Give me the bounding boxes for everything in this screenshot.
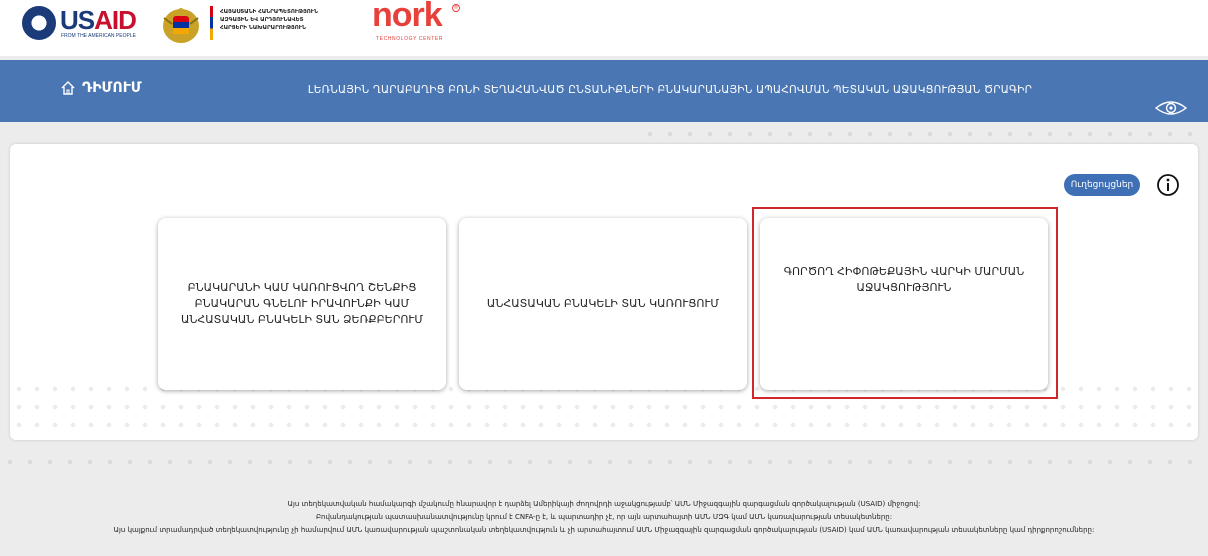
footer-line: Բովանդակության պատասխանատվությունը կրում… [315,513,893,521]
armenian-flag-bar [210,6,213,40]
option-label: ԳՈՐԾՈՂ ՀԻՓՈԹԵՔԱՅԻՆ ՎԱՐԿԻ ՄԱՐՄԱՆ ԱՋԱԿՑՈՒԹ… [783,265,1025,294]
option-label: ԱՆՀԱՏԱԿԱՆ ԲՆԱԿԵԼԻ ՏԱՆ ԿԱՌՈՒՑՈՒՄ [486,297,720,310]
header-bar: ԴԻՄՈՒՄ ԼԵՌՆԱՅԻՆ ՂԱՐԱԲԱՂԻՑ ԲՌՆԻ ՏԵՂԱՀԱՆՎԱ… [0,60,1208,122]
service-selection-card: Ուղեցույցներ ԲՆԱԿԱՐԱՆԻ ԿԱՄ ԿԱՌՈՒՑՎՈՂ ՇԵՆ… [10,144,1198,440]
nork-tagline: TECHNOLOGY CENTER [376,36,444,42]
nork-logo: nork ® TECHNOLOGY CENTER [370,0,470,48]
usaid-seal-icon [22,6,56,40]
option-build-house[interactable]: ԱՆՀԱՏԱԿԱՆ ԲՆԱԿԵԼԻ ՏԱՆ ԿԱՌՈՒՑՈՒՄ [459,218,747,390]
option-label: ԲՆԱԿԱՐԱՆԻ ԿԱՄ ԿԱՌՈՒՑՎՈՂ ՇԵՆՔԻՑ ԲՆԱԿԱՐԱՆ … [180,281,424,326]
logos-bar: USAID FROM THE AMERICAN PEOPLE ՀԱՅԱՍՏԱՆԻ… [0,0,1208,56]
footer-line: Այս տեղեկատվական համակարգի մշակումը հնար… [287,500,921,508]
instructions-button[interactable]: Ուղեցույցներ [1064,174,1140,196]
option-purchase-housing[interactable]: ԲՆԱԿԱՐԱՆԻ ԿԱՄ ԿԱՌՈՒՑՎՈՂ ՇԵՆՔԻՑ ԲՆԱԿԱՐԱՆ … [158,218,446,390]
usaid-tagline: FROM THE AMERICAN PEOPLE [61,33,136,39]
dot-decoration-bottom [0,452,1208,476]
eye-icon[interactable] [1154,98,1188,118]
usaid-logo-us: US [60,5,95,35]
ministry-name: ՀԱՅԱՍՏԱՆԻ ՀԱՆՐԱՊԵՏՈՒԹՅՈՒՆ ԱԶԳԱՅԻՆ ԵՎ ԱՐԴ… [220,9,318,31]
home-label: ԴԻՄՈՒՄ [82,80,142,96]
dot-decoration-top [640,124,1208,144]
footer-disclaimer: Այս տեղեկատվական համակարգի մշակումը հնար… [0,498,1208,537]
usaid-logo-aid: AID [94,5,137,35]
footer-line: Այս կայքում տրամադրված տեղեկատվությունը … [113,526,1095,534]
registered-mark-icon: ® [452,4,460,12]
home-link[interactable]: ԴԻՄՈՒՄ [60,80,142,96]
option-mortgage-support[interactable]: ԳՈՐԾՈՂ ՀԻՓՈԹԵՔԱՅԻՆ ՎԱՐԿԻ ՄԱՐՄԱՆ ԱՋԱԿՑՈՒԹ… [760,218,1048,390]
info-icon[interactable] [1156,173,1180,197]
program-title: ԼԵՌՆԱՅԻՆ ՂԱՐԱԲԱՂԻՑ ԲՌՆԻ ՏԵՂԱՀԱՆՎԱԾ ԸՆՏԱՆ… [307,84,1033,96]
home-icon [61,81,75,95]
usaid-logo: USAID FROM THE AMERICAN PEOPLE [22,6,144,42]
armenia-coat-of-arms-icon [163,8,199,43]
nork-wordmark: nork [372,0,443,34]
